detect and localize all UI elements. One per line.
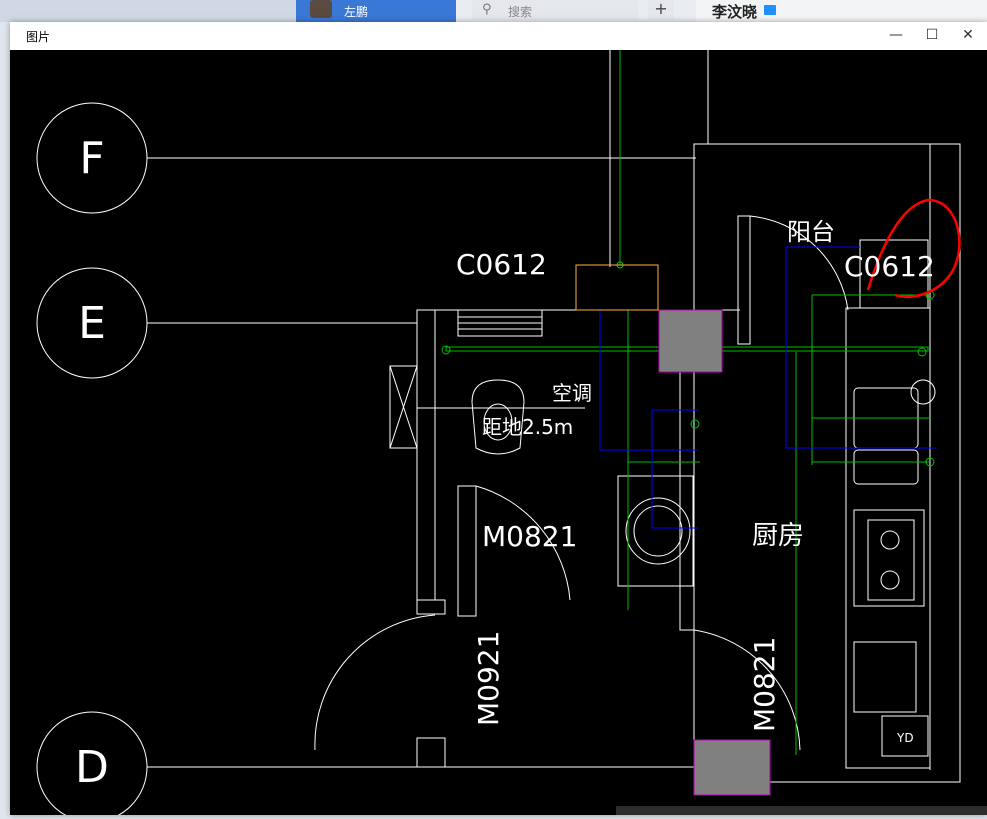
label-distance: 距地2.5m — [482, 415, 573, 439]
contact-name: 李汶晓 — [712, 3, 758, 21]
pipe-node — [917, 347, 927, 357]
label-door-m0821-kitchen: M0821 — [748, 637, 781, 732]
cad-drawing-canvas[interactable]: F E D C0612 C0612 阳台 空调 距地2.5m M0821 厨房 … — [10, 50, 987, 819]
axis-label-e: E — [78, 298, 106, 349]
kitchen-sink-2 — [853, 449, 919, 485]
label-window-c0612-right: C0612 — [844, 250, 935, 283]
label-yd: YD — [896, 731, 914, 745]
burner-1 — [880, 530, 900, 550]
label-door-m0921: M0921 — [472, 631, 505, 726]
window-titlebar[interactable]: 图片 — ☐ ✕ — [10, 22, 987, 50]
pipe-node — [690, 419, 700, 429]
burner-2 — [880, 570, 900, 590]
chat-tab-active[interactable]: 左鹏 — [296, 0, 456, 22]
washbasin-inner — [633, 505, 683, 557]
taskbar: 左鹏 ⚲ 搜索 + 李汶晓 — [0, 0, 987, 22]
monitor-icon — [764, 5, 776, 15]
axis-label-f: F — [79, 133, 104, 184]
bottom-strip — [616, 806, 987, 815]
kitchen-door-swing — [693, 629, 801, 751]
balcony-door-leaf — [737, 215, 751, 345]
close-button[interactable]: ✕ — [950, 22, 986, 50]
contact-header: 李汶晓 — [696, 0, 987, 22]
bath-door-leaf — [457, 485, 477, 617]
column — [693, 739, 771, 796]
minimize-button[interactable]: — — [878, 22, 914, 50]
maximize-button[interactable]: ☐ — [914, 22, 950, 50]
label-kitchen: 厨房 — [752, 521, 804, 551]
label-window-c0612-left: C0612 — [456, 248, 547, 281]
door-m0921-swing — [314, 614, 436, 751]
window-title: 图片 — [26, 30, 51, 44]
label-air-conditioner: 空调 — [552, 381, 592, 405]
search-input[interactable]: ⚲ 搜索 — [472, 0, 638, 20]
add-button[interactable]: + — [648, 0, 674, 20]
image-viewer-window: 图片 — ☐ ✕ F E D C0612 C0612 阳台 空调 距地2.5m … — [10, 22, 987, 819]
pipe-blue — [651, 410, 698, 529]
avatar — [310, 0, 332, 18]
stove-inner — [867, 519, 915, 601]
meter-circle — [910, 379, 936, 405]
search-icon: ⚲ — [482, 2, 492, 17]
taskbar-left-area — [0, 0, 296, 22]
door-jamb — [416, 737, 446, 768]
cad-floorplan: F E D C0612 C0612 阳台 空调 距地2.5m M0821 厨房 … — [36, 50, 961, 819]
label-balcony: 阳台 — [787, 218, 835, 246]
search-placeholder: 搜索 — [508, 5, 533, 19]
fridge-box — [853, 641, 917, 713]
bath-wall-left — [416, 309, 436, 601]
window-box-orange — [575, 264, 659, 311]
label-door-m0821-bath: M0821 — [482, 520, 577, 553]
axis-label-d: D — [75, 742, 109, 793]
kitchen-counter — [845, 307, 931, 769]
door-jamb — [416, 599, 446, 615]
chat-name: 左鹏 — [344, 5, 369, 19]
column — [658, 309, 723, 373]
